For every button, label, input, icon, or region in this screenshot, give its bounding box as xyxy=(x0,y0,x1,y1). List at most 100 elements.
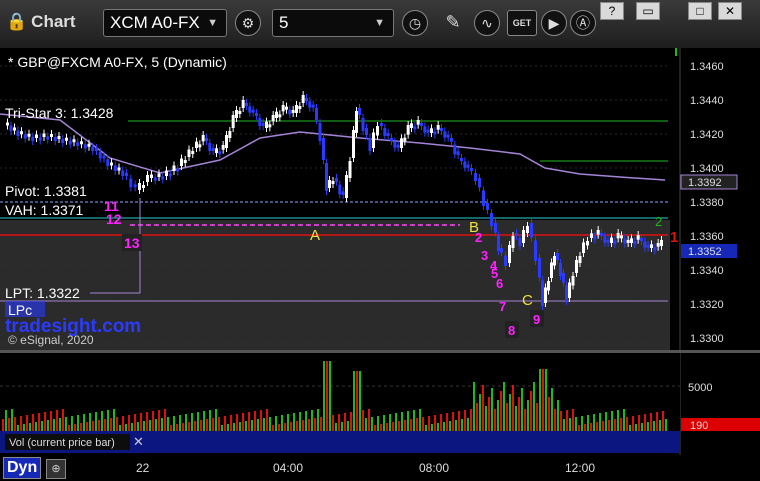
volume-bar xyxy=(416,418,418,431)
volume-bar xyxy=(479,394,481,431)
volume-bar xyxy=(149,420,151,431)
volume-bar xyxy=(41,421,43,431)
volume-bar xyxy=(140,413,142,431)
price-bar xyxy=(195,141,198,148)
price-bar xyxy=(603,236,607,243)
price-bar xyxy=(345,175,348,198)
price-bar xyxy=(403,137,407,142)
volume-bar xyxy=(656,412,658,431)
red-count-1: 1 xyxy=(670,229,678,246)
pivot-label: Pivot: 1.3381 xyxy=(5,183,87,199)
volume-bar xyxy=(527,400,529,431)
play-icon[interactable]: ▶ xyxy=(541,10,567,36)
volume-bar xyxy=(665,419,667,431)
volume-bar xyxy=(647,422,649,431)
dynamic-mode-button[interactable]: Dyn xyxy=(3,457,42,479)
price-bar xyxy=(423,126,427,133)
volume-bar xyxy=(134,414,136,431)
volume-bar xyxy=(419,409,421,431)
volume-bar xyxy=(383,415,385,431)
volume-bar xyxy=(563,419,565,431)
price-bar xyxy=(571,276,575,286)
seq-8: 8 xyxy=(508,323,515,338)
volume-bar xyxy=(593,414,595,431)
draw-pencil-icon[interactable]: ✎ xyxy=(440,10,466,36)
price-bar xyxy=(565,285,568,301)
restore-button[interactable]: ▭ xyxy=(636,2,660,20)
vah-label: VAH: 1.3371 xyxy=(5,202,84,218)
get-data-button[interactable]: GET xyxy=(507,10,537,36)
symbol-dropdown-icon[interactable]: ▼ xyxy=(207,10,218,36)
copyright: © eSignal, 2020 xyxy=(8,333,94,347)
alert-icon[interactable]: Ⓐ xyxy=(570,10,596,36)
price-bar xyxy=(413,126,417,130)
price-bar xyxy=(80,141,83,145)
volume-bar xyxy=(173,416,175,431)
settings-gear-icon[interactable]: ⚙ xyxy=(235,10,261,36)
price-bar xyxy=(198,144,202,148)
study-wave-icon[interactable]: ∿ xyxy=(474,10,500,36)
close-button[interactable]: ✕ xyxy=(718,2,742,20)
price-bar xyxy=(633,241,637,245)
volume-bar xyxy=(263,418,265,431)
volume-bar xyxy=(254,411,256,431)
price-bar xyxy=(636,235,640,240)
volume-bar xyxy=(38,413,40,431)
help-button[interactable]: ? xyxy=(600,2,624,20)
price-bar xyxy=(613,240,617,244)
price-bar xyxy=(526,226,529,233)
time-tick-0400: 04:00 xyxy=(273,461,304,475)
volume-bar xyxy=(305,411,307,431)
price-bar xyxy=(430,128,433,133)
symbol-input[interactable]: XCM A0-FX ▼ xyxy=(103,9,227,37)
volume-bar xyxy=(530,391,532,431)
price-bar xyxy=(643,241,647,248)
interval-input[interactable]: 5 ▼ xyxy=(272,9,394,37)
price-bar xyxy=(596,230,600,235)
price-bar xyxy=(261,123,265,126)
price-bar xyxy=(23,134,27,139)
volume-bar xyxy=(605,412,607,431)
volume-bar xyxy=(404,420,406,431)
price-bar xyxy=(251,109,255,113)
volume-bar xyxy=(497,400,499,431)
time-axis[interactable]: Dyn ⊕ 22 04:00 08:00 12:00 xyxy=(0,455,760,481)
volume-bar xyxy=(482,385,484,431)
volume-bar xyxy=(632,416,634,431)
volume-bar xyxy=(461,419,463,431)
pane-separator[interactable] xyxy=(0,350,760,353)
volume-bar xyxy=(425,425,427,431)
price-bar xyxy=(72,139,76,143)
volume-bar xyxy=(221,425,223,431)
volume-bar xyxy=(491,388,493,431)
volume-bar xyxy=(410,419,412,431)
price-bar xyxy=(65,137,68,141)
volume-bar xyxy=(545,369,547,431)
price-bar xyxy=(231,115,235,128)
volume-bar xyxy=(608,420,610,431)
link-icon[interactable]: ⊕ xyxy=(46,459,66,479)
price-bar xyxy=(129,178,133,188)
price-bar xyxy=(187,149,191,157)
price-bar xyxy=(582,242,585,253)
price-bar xyxy=(46,136,50,140)
volume-bar xyxy=(377,416,379,431)
interval-dropdown-icon[interactable]: ▼ xyxy=(374,10,385,36)
volume-bar xyxy=(389,414,391,431)
volume-bar xyxy=(392,422,394,431)
price-bar xyxy=(626,240,630,243)
price-chart[interactable]: * GBP@FXCM A0-FX, 5 (Dynamic) Tri-Star 3… xyxy=(0,48,760,455)
volume-bar xyxy=(119,425,121,431)
volume-bar xyxy=(131,423,133,431)
maximize-button[interactable]: □ xyxy=(688,2,712,20)
volume-bar xyxy=(386,423,388,431)
volume-bar xyxy=(338,414,340,431)
volume-bar xyxy=(167,417,169,431)
price-bar xyxy=(248,106,252,113)
volume-bar xyxy=(578,425,580,431)
close-volume-icon[interactable]: ✕ xyxy=(133,434,144,449)
clock-icon[interactable]: ◷ xyxy=(402,10,428,36)
volume-bar xyxy=(494,409,496,431)
volume-bar xyxy=(401,412,403,431)
volume-bar xyxy=(77,415,79,431)
